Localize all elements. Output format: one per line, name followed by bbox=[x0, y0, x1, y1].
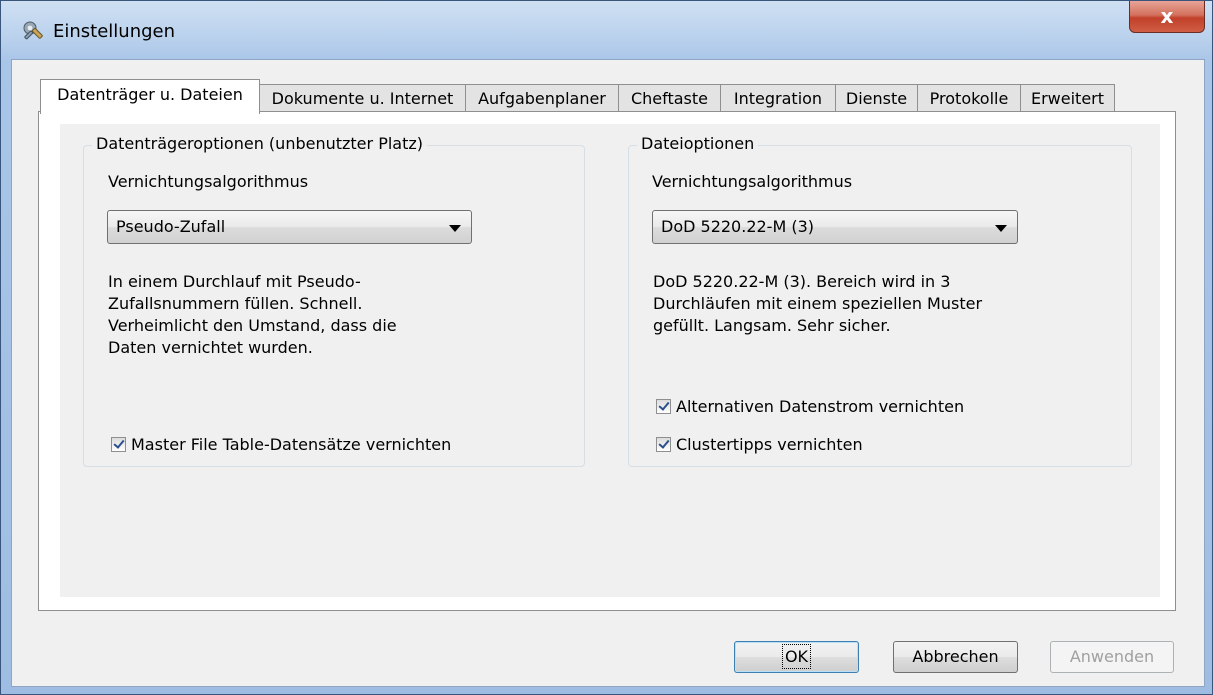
desc-line: gefüllt. Langsam. Sehr sicher. bbox=[653, 316, 891, 335]
file-algo-select[interactable]: DoD 5220.22-M (3) bbox=[652, 210, 1018, 244]
checkbox-checked-icon[interactable] bbox=[656, 399, 671, 414]
desc-line: DoD 5220.22-M (3). Bereich wird in 3 bbox=[653, 272, 951, 291]
file-algo-value: DoD 5220.22-M (3) bbox=[661, 217, 815, 236]
disk-algo-value: Pseudo-Zufall bbox=[116, 217, 226, 236]
tab-datentraeger[interactable]: Datenträger u. Dateien bbox=[40, 79, 260, 114]
dropdown-arrow-icon bbox=[995, 225, 1007, 232]
file-algo-description: DoD 5220.22-M (3). Bereich wird in 3 Dur… bbox=[653, 271, 1013, 337]
cluster-checkbox-label: Clustertipps vernichten bbox=[676, 435, 863, 454]
ads-checkbox-label: Alternativen Datenstrom vernichten bbox=[676, 397, 965, 416]
dropdown-arrow-icon bbox=[449, 225, 461, 232]
settings-tools-icon bbox=[23, 21, 43, 40]
desc-line: Daten vernichtet wurden. bbox=[108, 338, 313, 357]
close-button[interactable]: x bbox=[1129, 1, 1205, 33]
ads-checkbox[interactable]: Alternativen Datenstrom vernichten bbox=[656, 397, 964, 416]
tab-dienste[interactable]: Dienste bbox=[835, 84, 918, 113]
disk-group-title: Datenträgeroptionen (unbenutzter Platz) bbox=[92, 134, 427, 153]
ok-button[interactable]: OK bbox=[734, 641, 859, 673]
tab-protokolle[interactable]: Protokolle bbox=[917, 84, 1021, 113]
title-bar[interactable]: Einstellungen x bbox=[1, 1, 1212, 59]
cluster-checkbox[interactable]: Clustertipps vernichten bbox=[656, 435, 863, 454]
checkbox-checked-icon[interactable] bbox=[656, 437, 671, 452]
ok-button-label: OK bbox=[781, 644, 812, 669]
desc-line: In einem Durchlauf mit Pseudo- bbox=[108, 272, 361, 291]
tab-cheftaste[interactable]: Cheftaste bbox=[618, 84, 721, 113]
desc-line: Durchläufen mit einem speziellen Muster bbox=[653, 294, 983, 313]
disk-algo-label: Vernichtungsalgorithmus bbox=[108, 172, 309, 191]
file-algo-label: Vernichtungsalgorithmus bbox=[652, 172, 853, 191]
tab-aufgabenplaner[interactable]: Aufgabenplaner bbox=[465, 84, 619, 113]
window-title: Einstellungen bbox=[53, 21, 176, 42]
tab-erweitert[interactable]: Erweitert bbox=[1020, 84, 1115, 113]
disk-algo-select[interactable]: Pseudo-Zufall bbox=[107, 210, 472, 244]
disk-algo-description: In einem Durchlauf mit Pseudo- Zufallsnu… bbox=[108, 271, 408, 359]
file-group-title: Dateioptionen bbox=[637, 134, 759, 153]
mft-checkbox-label: Master File Table-Datensätze vernichten bbox=[131, 435, 452, 454]
apply-button[interactable]: Anwenden bbox=[1050, 641, 1174, 673]
desc-line: Verheimlicht den Umstand, dass die bbox=[108, 316, 397, 335]
checkbox-checked-icon[interactable] bbox=[111, 437, 126, 452]
mft-checkbox[interactable]: Master File Table-Datensätze vernichten bbox=[111, 435, 451, 454]
tab-dokumente[interactable]: Dokumente u. Internet bbox=[259, 84, 466, 113]
tab-integration[interactable]: Integration bbox=[720, 84, 836, 113]
cancel-button[interactable]: Abbrechen bbox=[893, 641, 1018, 673]
desc-line: Zufallsnummern füllen. Schnell. bbox=[108, 294, 363, 313]
